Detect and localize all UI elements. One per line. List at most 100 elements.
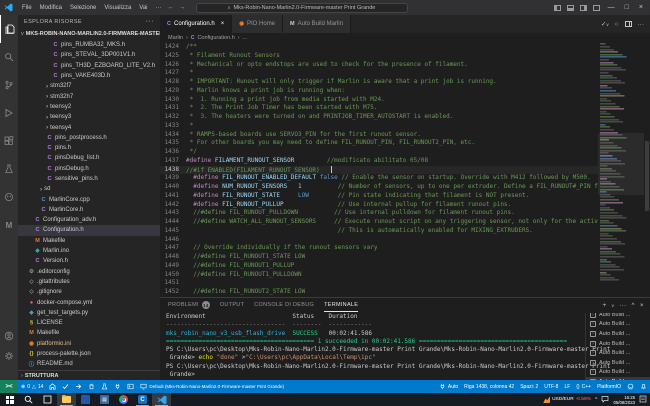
encoding[interactable]: UTF-8 [541,384,561,390]
tree-file-LICENSE[interactable]: §LICENSE [18,318,160,328]
panel-tab-problemi[interactable]: PROBLEMI14 [168,298,210,312]
tree-folder-stm32f7[interactable]: ›stm32f7 [18,81,160,91]
code-line[interactable]: 1425 * Filament Runout Sensors [160,52,650,61]
tree-file-pins.h[interactable]: Cpins.h [18,143,160,153]
tree-file-get_test_targets.py[interactable]: ◆get_test_targets.py [18,308,160,318]
tree-folder-teensy3[interactable]: ›teensy3 [18,112,160,122]
tree-file-docker-compose.yml[interactable]: ●docker-compose.yml [18,297,160,307]
tree-file-Configuration.h[interactable]: CConfiguration.h [18,225,160,235]
activity-source-control-icon[interactable] [0,71,18,99]
code-line[interactable]: 1429 * Marlin knows a print job is runni… [160,87,650,96]
terminal-session-item[interactable]: ›Auto Build ... [586,368,650,378]
pio-build-button[interactable] [59,383,72,390]
terminal-session-item[interactable]: ›Auto Build ... [586,320,650,330]
tree-file-.gitignore[interactable]: ◇.gitignore [18,287,160,297]
nav-forward-icon[interactable]: → [179,4,186,11]
breadcrumb-tail[interactable]: ... [243,35,248,41]
account-icon[interactable] [0,326,18,346]
code-line[interactable]: 1432 * 3. The heaters were turned on and… [160,113,650,122]
editor-scrollbar[interactable] [644,43,650,297]
tab-close-icon[interactable]: × [221,21,225,27]
code-line[interactable]: 1446 [160,236,650,245]
eol-sequence[interactable]: LF [561,384,573,390]
platformio-status[interactable]: PlatformIO [594,384,624,390]
code-line[interactable]: 1424/** [160,43,650,52]
pio-home-button[interactable] [46,383,59,390]
tray-chevron-icon[interactable]: ^ [595,397,598,403]
taskbar-clock[interactable]: 16:25 05/08/2023 [613,395,635,405]
code-line[interactable]: 1437#define FILAMENT_RUNOUT_SENSOR //mod… [160,157,650,166]
tab-auto-build-marlin[interactable]: MAuto Build Marlin [283,15,351,33]
terminal-output[interactable]: Environment Status Duration-------------… [166,313,650,380]
terminal-session-item[interactable]: ›Auto Build ... [586,329,650,339]
pio-upload-button[interactable] [72,383,85,390]
tree-file-pins_VAKE403D.h[interactable]: Cpins_VAKE403D.h [18,71,160,81]
tree-folder-stm32h7[interactable]: ›stm32h7 [18,91,160,101]
code-line[interactable]: 1443 //#define FIL_RUNOUT_PULLDOWN // Us… [160,209,650,218]
maximize-button[interactable]: □ [623,4,631,11]
maximize-panel-icon[interactable]: ^ [632,302,635,309]
code-line[interactable]: 1450 //#define FIL_RUNOUT1_PULLDOWN [160,271,650,280]
news-interests-ticker[interactable]: USD/EUR -0.58% [543,396,591,403]
tree-file-pins_TH3D_EZBOARD_LITE_V2.h[interactable]: Cpins_TH3D_EZBOARD_LITE_V2.h [18,61,160,71]
feedback-icon[interactable] [624,383,637,390]
code-line[interactable]: 1449 //#define FIL_RUNOUT1_PULLUP [160,262,650,271]
panel-tab-output[interactable]: OUTPUT [220,298,244,312]
code-editor[interactable]: 1424/**1425 * Filament Runout Sensors142… [160,43,650,297]
menu-vai[interactable]: Vai [135,5,151,11]
terminal-session-item[interactable]: ›Auto Build ... [586,313,650,320]
circle-action-icon[interactable]: ○ [615,21,619,28]
tree-file-pins_STEVAL_3DP001V1.h[interactable]: Cpins_STEVAL_3DP001V1.h [18,50,160,60]
code-line[interactable]: 1430 * 1. Running a print job from media… [160,96,650,105]
workspace-section-header[interactable]: v MKS-ROBIN-NANO-MARLIN2.0-FIRMWARE-MAST… [18,28,160,40]
code-line[interactable]: 1448 //#define FIL_RUNOUT1_STATE LOW [160,253,650,262]
code-line[interactable]: 1444 //#define WATCH_ALL_RUNOUT_SENSORS … [160,218,650,227]
code-line[interactable]: 1433 * [160,122,650,131]
code-line[interactable]: 1427 * [160,69,650,78]
tree-file-process-palette.json[interactable]: {}process-palette.json [18,349,160,359]
customize-layout-icon[interactable] [593,5,600,11]
tree-file-Makefile[interactable]: MMakefile [18,236,160,246]
activity-explorer-icon[interactable] [0,15,18,43]
file-explorer-icon[interactable] [57,393,76,406]
tree-file-MarlinCore.cpp[interactable]: CMarlinCore.cpp [18,194,160,204]
tree-folder-sd[interactable]: ›sd [18,184,160,194]
taskbar-vscode-icon[interactable] [152,393,171,406]
code-line[interactable]: 1439 #define FIL_RUNOUT_ENABLED_DEFAULT … [160,174,650,183]
pio-env-switcher[interactable]: Default (Mks-Robin-Nano-Marlin2.0-Firmwa… [137,383,287,390]
panel-tab-terminale[interactable]: TERMINALE [324,298,358,312]
outline-section-header[interactable]: › STRUTTURA [18,370,160,381]
minimap-slider[interactable] [598,133,644,195]
activity-auto-build-marlin-icon[interactable]: M [0,211,18,239]
cursor-position[interactable]: Riga 1438, colonna 42 [461,384,517,390]
menu-file[interactable]: File [18,5,36,11]
terminal-session-item[interactable]: ›Auto Build ... [586,339,650,349]
nav-back-icon[interactable]: ← [168,4,175,11]
code-line[interactable]: 1442 #define FIL_RUNOUT_PULLUP // Use in… [160,201,650,210]
activity-extensions-icon[interactable] [0,127,18,155]
toggle-secondary-sidebar-icon[interactable] [580,5,587,11]
indentation[interactable]: Spazi: 2 [517,384,541,390]
language-mode[interactable]: {}C++ [573,384,594,390]
chrome-icon[interactable] [114,393,133,406]
settings-gear-icon[interactable] [0,346,18,366]
tree-file-MarlinCore.h[interactable]: CMarlinCore.h [18,205,160,215]
terminal-session-item[interactable]: ›Auto Build ... [586,358,650,368]
pio-clean-button[interactable] [85,383,98,390]
pio-port-auto[interactable]: Auto [436,383,461,390]
activity-search-icon[interactable] [0,43,18,71]
taskbar-app-blue-icon[interactable] [76,393,95,406]
code-line[interactable]: 1451 [160,279,650,288]
split-editor-icon[interactable] [625,21,632,27]
menu-modifica[interactable]: Modifica [36,5,66,11]
code-line[interactable]: 1447 // Override individually if the run… [160,244,650,253]
code-line[interactable]: 1426 * Mechanical or opto endstops are u… [160,61,650,70]
menu-overflow[interactable]: ··· [152,5,166,11]
code-line[interactable]: 1435 * For other boards you may need to … [160,139,650,148]
tree-file-.gitattributes[interactable]: ◇.gitattributes [18,277,160,287]
explorer-more-actions-icon[interactable]: ··· [146,18,154,25]
code-line[interactable]: 1440 #define NUM_RUNOUT_SENSORS 1 // Num… [160,183,650,192]
breadcrumb-root[interactable]: Marlin [168,35,183,41]
tree-file-Makefile[interactable]: MMakefile [18,328,160,338]
remote-indicator[interactable]: >< [0,380,18,393]
